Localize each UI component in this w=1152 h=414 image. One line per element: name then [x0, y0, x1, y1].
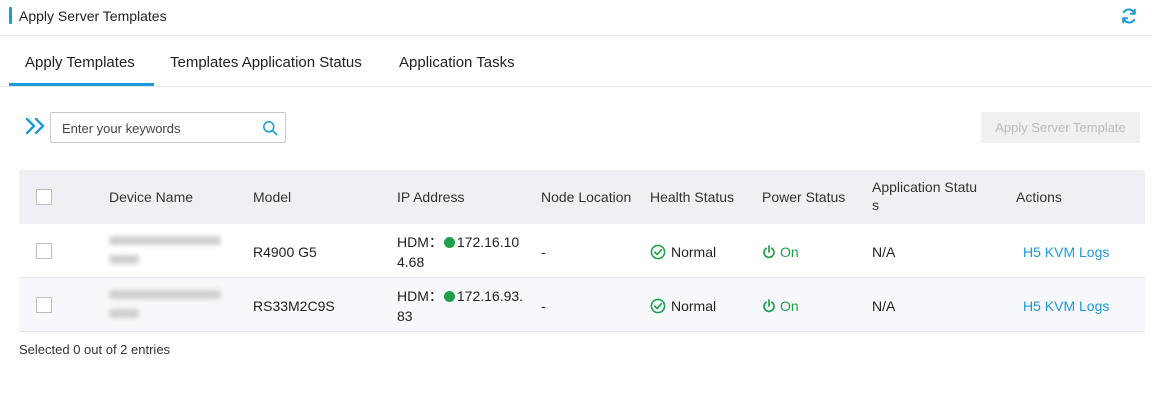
ip-prefix: HDM：	[397, 234, 443, 250]
col-application-status-line2: s	[872, 197, 879, 213]
apply-server-template-button[interactable]: Apply Server Template	[981, 112, 1140, 143]
power-icon	[763, 299, 775, 313]
ip-line2: 4.68	[397, 254, 425, 270]
ip-prefix: HDM：	[397, 288, 443, 304]
col-application-status-line1: Application Statu	[872, 179, 978, 195]
refresh-icon[interactable]	[1119, 6, 1139, 26]
logs-link[interactable]: Logs	[1079, 242, 1109, 262]
check-circle-icon	[650, 244, 666, 260]
device-name-redacted	[109, 232, 239, 264]
col-application-status: Application Statu s	[872, 178, 977, 214]
ip-line2: 83	[397, 308, 413, 324]
table-row: RS33M2C9S HDM： 172.16.93. 83 - Normal On …	[19, 278, 1145, 332]
col-ip-address: IP Address	[397, 189, 465, 205]
tab-apply-templates[interactable]: Apply Templates	[25, 53, 135, 73]
title-accent-bar	[9, 7, 12, 24]
power-status-text: On	[780, 298, 799, 314]
row-checkbox[interactable]	[36, 297, 52, 313]
tab-bar: Apply Templates Templates Application St…	[0, 37, 1152, 87]
application-status-cell: N/A	[872, 244, 896, 260]
node-location-cell: -	[541, 298, 546, 314]
row-checkbox[interactable]	[36, 243, 52, 259]
col-power-status: Power Status	[762, 189, 846, 205]
table-row: R4900 G5 HDM： 172.16.10 4.68 - Normal On …	[19, 224, 1145, 278]
model-cell: R4900 G5	[253, 244, 317, 260]
search-icon[interactable]	[262, 120, 278, 136]
col-actions: Actions	[1016, 189, 1062, 205]
col-node-location: Node Location	[541, 189, 632, 205]
health-status-text: Normal	[671, 244, 717, 260]
ip-line1: 172.16.93.	[456, 288, 524, 304]
tab-application-tasks[interactable]: Application Tasks	[399, 53, 515, 73]
logs-link[interactable]: Logs	[1079, 296, 1109, 316]
table-header: Device Name Model IP Address Node Locati…	[19, 170, 1145, 224]
col-model: Model	[253, 189, 292, 205]
page-title: Apply Server Templates	[19, 8, 167, 24]
h5-kvm-link[interactable]: H5 KVM	[1023, 242, 1075, 262]
model-cell: RS33M2C9S	[253, 298, 335, 314]
col-health-status: Health Status	[650, 189, 735, 205]
status-dot-icon	[443, 237, 455, 248]
health-status-text: Normal	[671, 298, 717, 314]
ip-line1: 172.16.10	[456, 234, 520, 250]
application-status-cell: N/A	[872, 298, 896, 314]
ip-address-cell: HDM： 172.16.93. 83	[397, 286, 527, 326]
search-box	[50, 112, 286, 143]
double-chevron-right-icon[interactable]	[24, 116, 48, 136]
h5-kvm-link[interactable]: H5 KVM	[1023, 296, 1075, 316]
ip-address-cell: HDM： 172.16.10 4.68	[397, 232, 527, 272]
select-all-checkbox[interactable]	[36, 189, 52, 205]
node-location-cell: -	[541, 244, 546, 260]
status-dot-icon	[443, 291, 455, 302]
device-name-redacted	[109, 286, 239, 318]
power-icon	[763, 245, 775, 259]
col-device-name: Device Name	[109, 189, 194, 205]
active-tab-indicator	[9, 83, 154, 86]
check-circle-icon	[650, 298, 666, 314]
power-status-text: On	[780, 244, 799, 260]
page-header: Apply Server Templates	[0, 0, 1152, 36]
search-input[interactable]	[62, 119, 252, 137]
selection-summary: Selected 0 out of 2 entries	[19, 342, 171, 357]
tab-templates-application-status[interactable]: Templates Application Status	[170, 53, 362, 73]
